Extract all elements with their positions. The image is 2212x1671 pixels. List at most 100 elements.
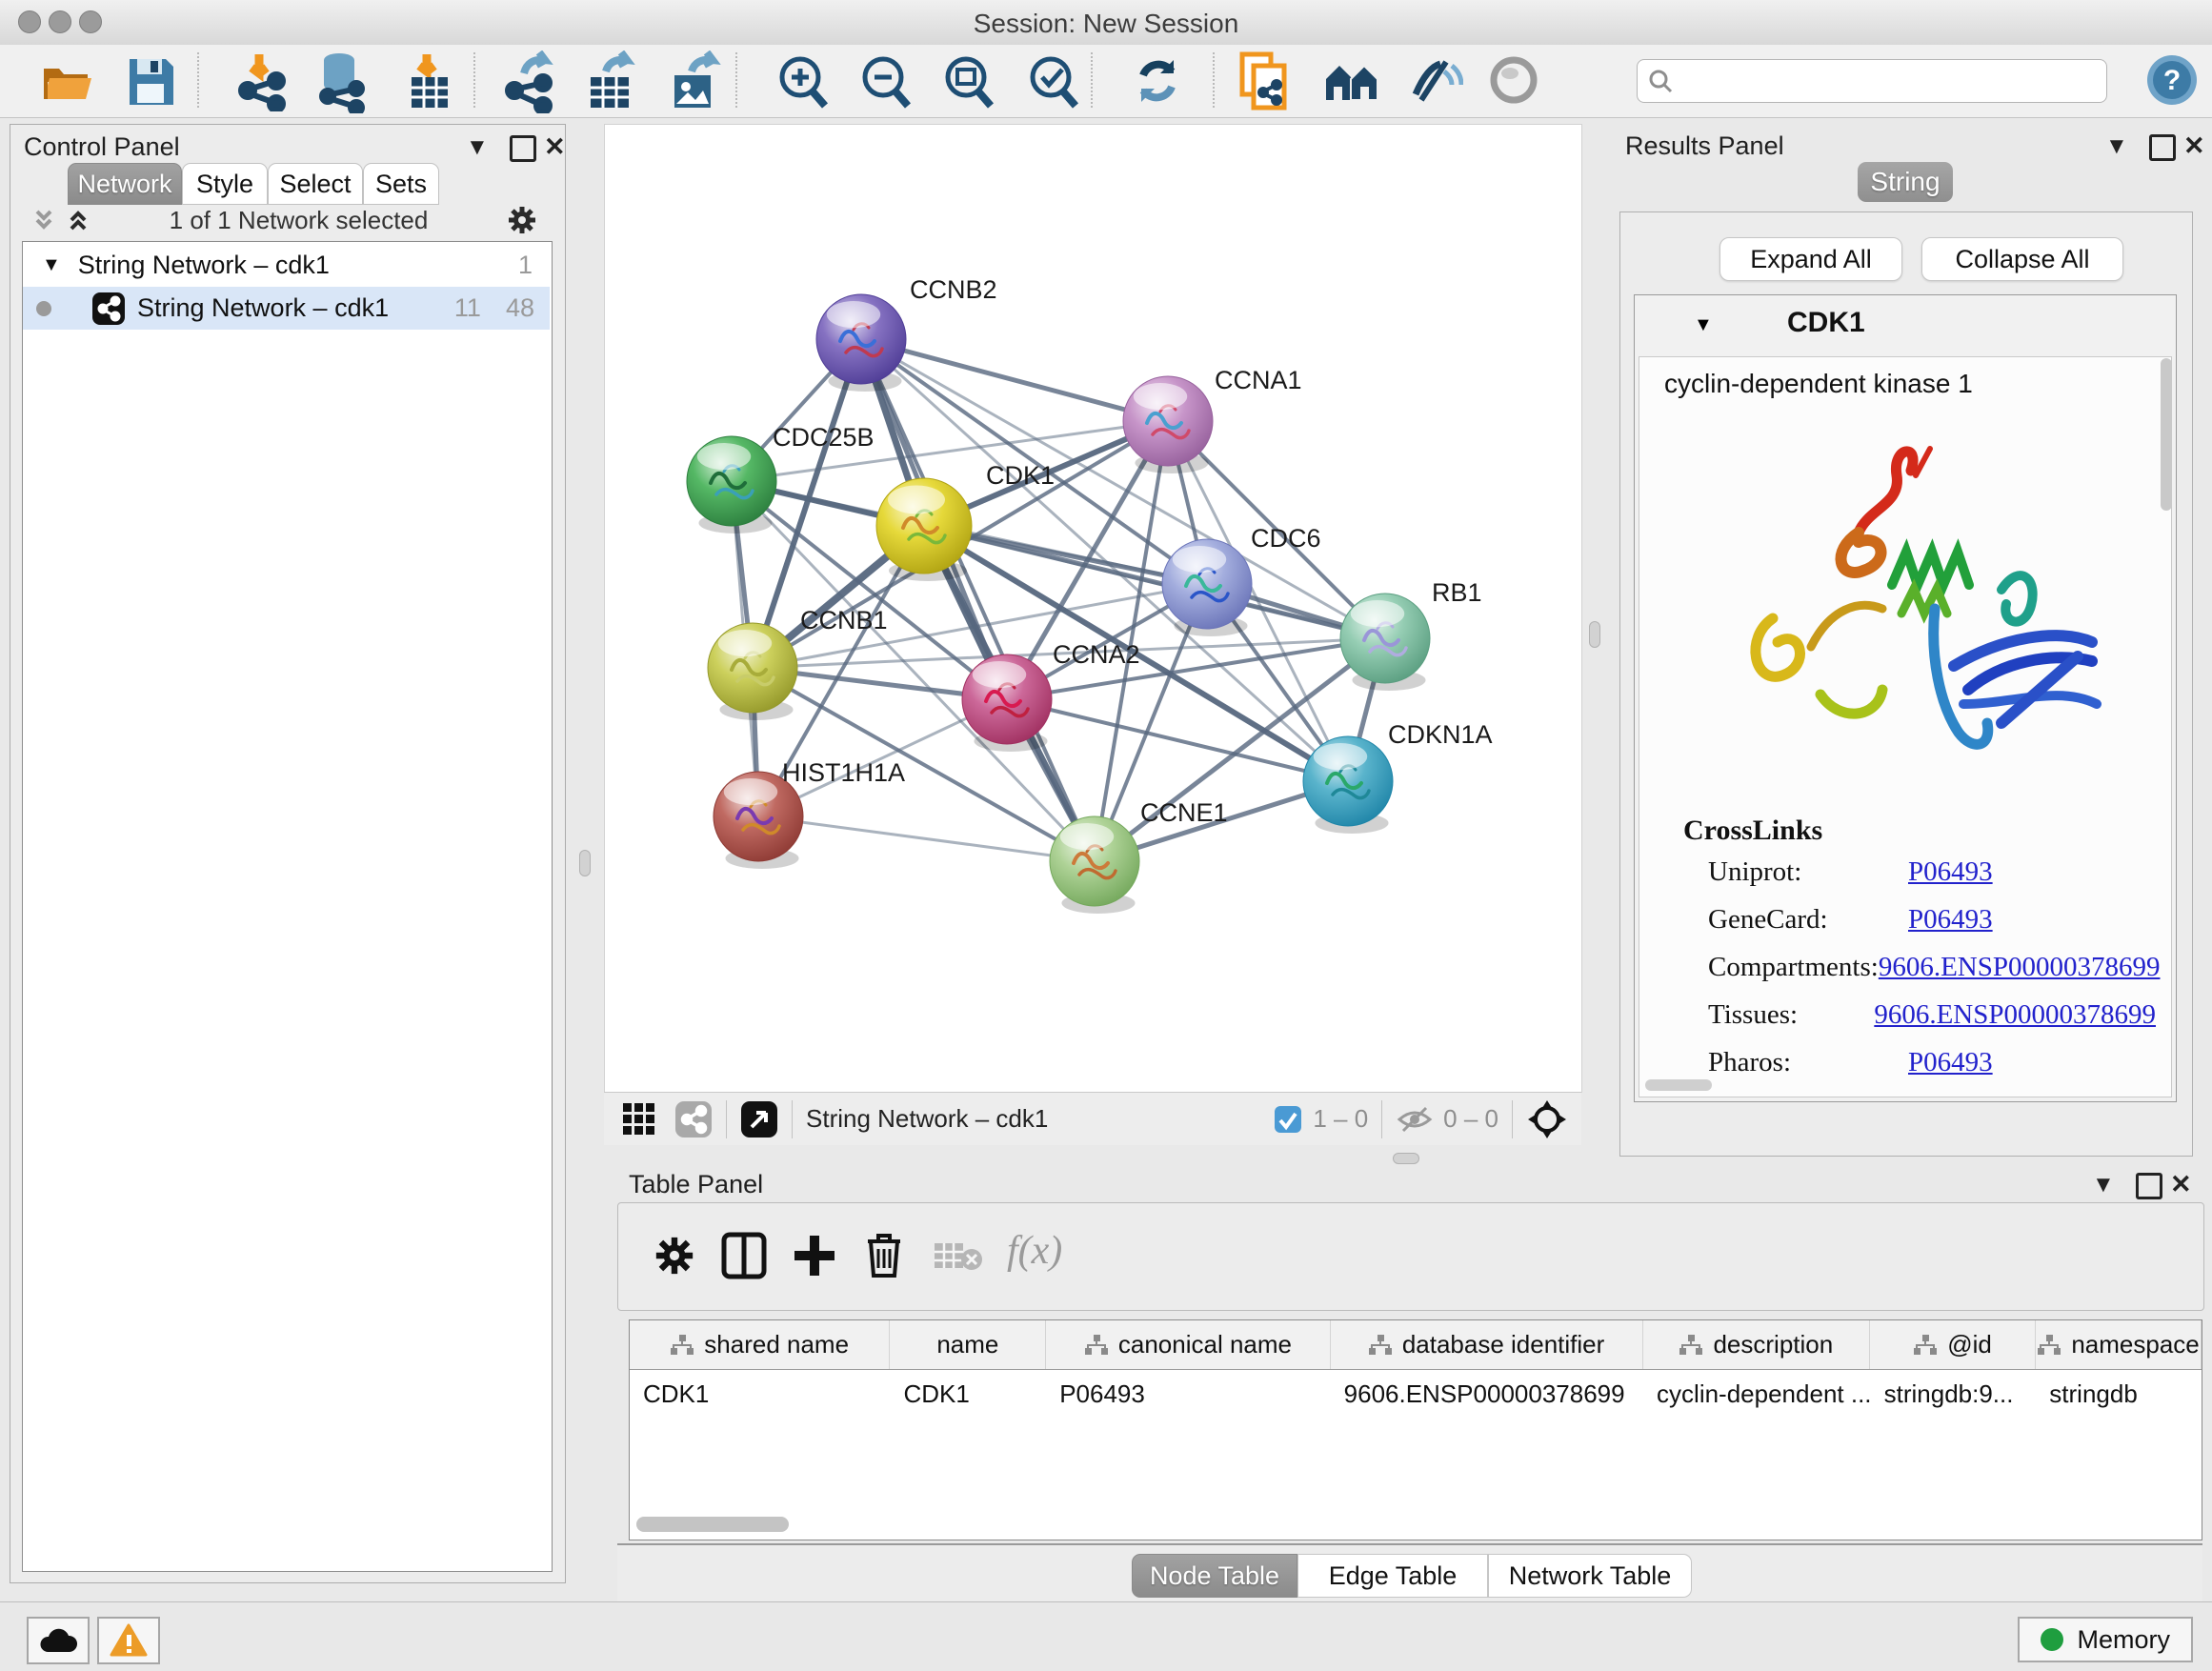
hidden-eye-slash-icon[interactable] bbox=[1396, 1104, 1434, 1135]
table-cell[interactable]: stringdb:9... bbox=[1871, 1370, 2037, 1418]
table-panel-menu-arrow-icon[interactable]: ▼ bbox=[2092, 1172, 2115, 1198]
network-collection-row[interactable]: ▼ String Network – cdk1 1 bbox=[23, 244, 550, 287]
collection-count: 1 bbox=[518, 251, 533, 280]
column-header-namespace[interactable]: namespace bbox=[2036, 1320, 2202, 1369]
column-header-database-identifier[interactable]: database identifier bbox=[1331, 1320, 1643, 1369]
show-graphics-icon[interactable] bbox=[1488, 54, 1539, 106]
import-network-file-icon[interactable] bbox=[234, 52, 290, 111]
crosslink-link[interactable]: P06493 bbox=[1908, 856, 1993, 888]
refresh-icon[interactable] bbox=[1132, 54, 1183, 108]
column-header-description[interactable]: description bbox=[1643, 1320, 1871, 1369]
function-builder-icon[interactable]: f(x) bbox=[1007, 1228, 1062, 1274]
table-panel-close-button[interactable]: ✕ bbox=[2170, 1170, 2192, 1199]
node-CCNE1[interactable]: CCNE1 bbox=[1050, 798, 1228, 914]
network-canvas[interactable]: CCNB2 CCNA1 CDC25B bbox=[604, 124, 1582, 1093]
warnings-button[interactable] bbox=[97, 1617, 160, 1664]
results-hscrollbar[interactable] bbox=[1645, 1079, 1712, 1091]
crosslink-link[interactable]: 9606.ENSP00000378699 bbox=[1874, 999, 2156, 1031]
table-cell[interactable]: CDK1 bbox=[630, 1370, 891, 1418]
zoom-out-icon[interactable] bbox=[858, 52, 914, 110]
title-bar: Session: New Session bbox=[0, 0, 2212, 46]
selected-checkbox-icon[interactable] bbox=[1273, 1104, 1303, 1135]
search-input[interactable] bbox=[1637, 59, 2107, 103]
show-columns-icon[interactable] bbox=[721, 1232, 767, 1279]
card-collapse-icon[interactable]: ▼ bbox=[1694, 314, 1713, 336]
node-RB1[interactable]: RB1 bbox=[1340, 578, 1482, 691]
export-image-icon[interactable] bbox=[665, 50, 722, 113]
network-overview-icon[interactable] bbox=[1322, 56, 1383, 106]
control-panel-close-button[interactable]: ✕ bbox=[544, 132, 566, 162]
network-row[interactable]: String Network – cdk1 11 48 bbox=[23, 287, 550, 330]
table-cell[interactable]: 9606.ENSP00000378699 bbox=[1331, 1370, 1643, 1418]
add-column-icon[interactable] bbox=[792, 1232, 837, 1279]
cloud-status-button[interactable] bbox=[27, 1617, 90, 1664]
save-session-icon[interactable] bbox=[126, 55, 175, 107]
node-HIST1H1A[interactable]: HIST1H1A bbox=[714, 758, 905, 869]
column-label: shared name bbox=[704, 1330, 849, 1359]
crosslink-link[interactable]: P06493 bbox=[1908, 1047, 1993, 1078]
zoom-selected-icon[interactable] bbox=[1026, 52, 1081, 110]
table-panel-float-button[interactable] bbox=[2136, 1173, 2162, 1199]
node-CDK1[interactable]: CDK1 bbox=[876, 461, 1055, 581]
delete-table-icon[interactable] bbox=[933, 1239, 984, 1274]
table-row[interactable]: CDK1CDK1P064939606.ENSP00000378699cyclin… bbox=[630, 1370, 2202, 1418]
zoom-fit-icon[interactable] bbox=[941, 52, 996, 110]
edge-HIST1H1A-CCNE1[interactable] bbox=[758, 816, 1095, 861]
tab-string[interactable]: String bbox=[1858, 162, 1953, 202]
node-CCNB2[interactable]: CCNB2 bbox=[816, 275, 997, 392]
collection-expand-icon[interactable]: ▼ bbox=[42, 254, 61, 276]
expand-all-icon[interactable] bbox=[64, 206, 92, 234]
table-cell[interactable]: stringdb bbox=[2036, 1370, 2202, 1418]
column-header-@id[interactable]: @id bbox=[1870, 1320, 2036, 1369]
node-CDC6[interactable]: CDC6 bbox=[1162, 524, 1321, 636]
crosslink-link[interactable]: P06493 bbox=[1908, 904, 1993, 936]
crosslink-label: Tissues: bbox=[1708, 999, 1874, 1031]
tab-edge-table[interactable]: Edge Table bbox=[1297, 1554, 1488, 1598]
results-panel-float-button[interactable] bbox=[2149, 134, 2176, 161]
right-splitter-handle[interactable] bbox=[1589, 621, 1600, 648]
clone-network-icon[interactable] bbox=[1237, 50, 1294, 113]
left-splitter-handle[interactable] bbox=[579, 850, 591, 876]
column-label: canonical name bbox=[1118, 1330, 1292, 1359]
network-options-gear-icon[interactable] bbox=[505, 203, 539, 237]
network-graph[interactable]: CCNB2 CCNA1 CDC25B bbox=[605, 125, 1581, 1092]
zoom-in-icon[interactable] bbox=[775, 52, 831, 110]
node-CDC25B[interactable]: CDC25B bbox=[687, 423, 875, 534]
column-header-shared-name[interactable]: shared name bbox=[630, 1320, 890, 1369]
column-header-name[interactable]: name bbox=[890, 1320, 1046, 1369]
grid-view-icon[interactable] bbox=[621, 1101, 657, 1137]
table-cell[interactable]: P06493 bbox=[1046, 1370, 1330, 1418]
birds-eye-toggle-icon[interactable] bbox=[1526, 1098, 1568, 1140]
node-CCNA1[interactable]: CCNA1 bbox=[1123, 366, 1302, 473]
network-view-share-icon[interactable] bbox=[674, 1100, 713, 1138]
hide-graphics-icon[interactable] bbox=[1408, 52, 1463, 110]
memory-button[interactable]: Memory bbox=[2018, 1617, 2193, 1662]
open-in-window-icon[interactable] bbox=[740, 1100, 778, 1138]
export-network-icon[interactable] bbox=[501, 50, 558, 113]
results-panel-close-button[interactable]: ✕ bbox=[2183, 131, 2205, 161]
bottom-splitter-handle[interactable] bbox=[1393, 1153, 1419, 1164]
delete-column-icon[interactable] bbox=[862, 1230, 906, 1279]
expand-all-button[interactable]: Expand All bbox=[1719, 237, 1902, 281]
import-network-database-icon[interactable] bbox=[312, 50, 372, 113]
table-cell[interactable]: cyclin-dependent ... bbox=[1643, 1370, 1871, 1418]
column-header-canonical-name[interactable]: canonical name bbox=[1046, 1320, 1330, 1369]
results-vscrollbar[interactable] bbox=[2161, 358, 2172, 511]
crosslink-link[interactable]: 9606.ENSP00000378699 bbox=[1879, 952, 2161, 983]
tab-network-table[interactable]: Network Table bbox=[1488, 1554, 1692, 1598]
export-table-icon[interactable] bbox=[581, 50, 638, 113]
control-panel-float-button[interactable] bbox=[510, 135, 536, 162]
import-table-file-icon[interactable] bbox=[402, 52, 455, 111]
control-panel-menu-arrow-icon[interactable]: ▼ bbox=[466, 134, 489, 161]
table-cell[interactable]: CDK1 bbox=[891, 1370, 1047, 1418]
table-hscrollbar[interactable] bbox=[636, 1517, 789, 1532]
open-session-icon[interactable] bbox=[40, 55, 93, 107]
collapse-all-button[interactable]: Collapse All bbox=[1921, 237, 2123, 281]
node-CDKN1A[interactable]: CDKN1A bbox=[1303, 720, 1493, 834]
tab-node-table[interactable]: Node Table bbox=[1132, 1554, 1297, 1598]
application-window: Session: New Session bbox=[0, 0, 2212, 1671]
collapse-all-icon[interactable] bbox=[30, 206, 58, 234]
results-panel-menu-arrow-icon[interactable]: ▼ bbox=[2105, 133, 2128, 160]
help-icon[interactable]: ? bbox=[2145, 53, 2199, 107]
table-options-gear-icon[interactable] bbox=[653, 1234, 696, 1278]
